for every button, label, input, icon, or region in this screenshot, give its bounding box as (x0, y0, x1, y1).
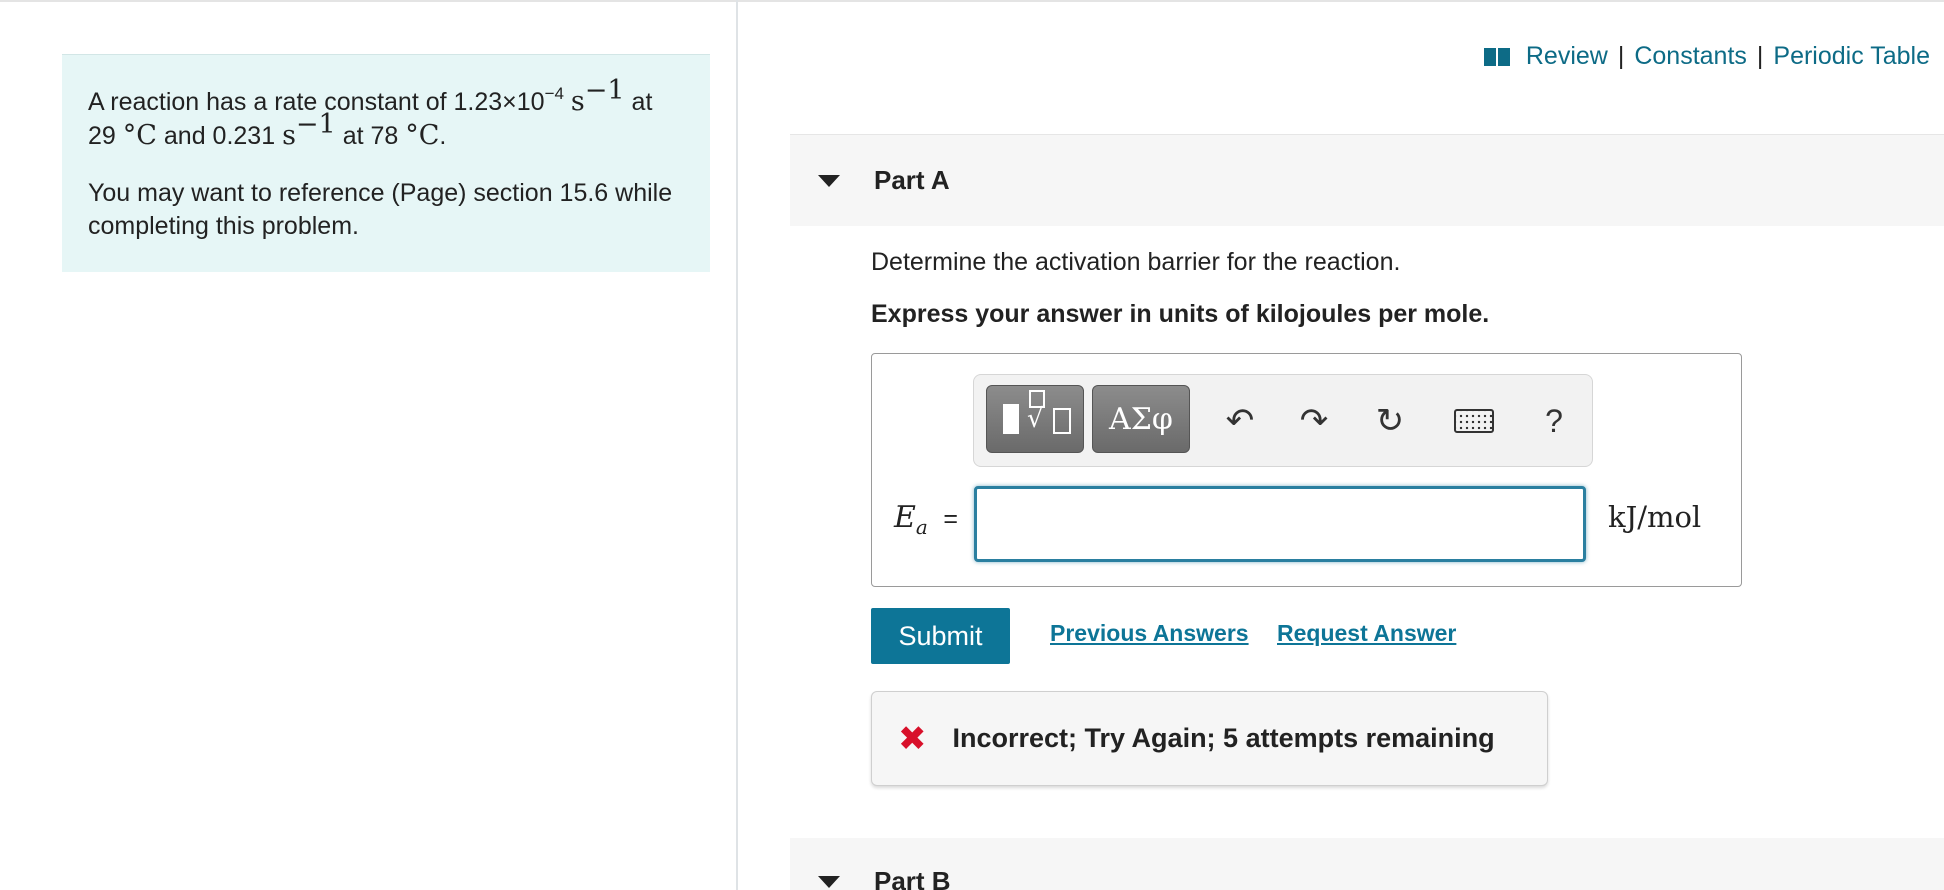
unit-exponent: −1 (584, 75, 625, 106)
constants-link[interactable]: Constants (1634, 42, 1747, 71)
collapse-triangle-icon[interactable] (818, 174, 840, 187)
reset-icon[interactable]: ↻ (1368, 399, 1412, 443)
part-a-header[interactable]: Part A (790, 134, 1944, 226)
undo-icon[interactable]: ↶ (1218, 399, 1262, 443)
help-button[interactable]: ? (1532, 399, 1576, 443)
link-separator: | (1756, 42, 1764, 70)
variable-subscript: a (915, 515, 928, 539)
submit-button[interactable]: Submit (871, 608, 1010, 664)
problem-statement: A reaction has a rate constant of 1.23×1… (62, 54, 710, 272)
equals-sign: = (943, 505, 958, 533)
review-link[interactable]: Review (1526, 42, 1608, 71)
templates-button[interactable]: √ (986, 385, 1084, 453)
symbols-button[interactable]: ΑΣφ (1092, 385, 1190, 453)
variable-e: E (894, 500, 916, 535)
degree-celsius: °C (122, 120, 157, 151)
radical-template-icon: √ (1027, 390, 1071, 438)
feedback-box: ✖ Incorrect; Try Again; 5 attempts remai… (871, 691, 1548, 786)
keyboard-icon (1454, 409, 1494, 433)
collapse-triangle-icon[interactable] (818, 876, 840, 888)
degree-celsius: °C (405, 120, 440, 151)
unit-s: s (282, 120, 296, 151)
answer-box: √ ΑΣφ ↶ ↷ ↻ ? Ea = kJ/mol (871, 353, 1742, 587)
resource-links: Review | Constants | Periodic Table (1483, 42, 1930, 71)
book-icon (1483, 47, 1510, 66)
question-text: Determine the activation barrier for the… (871, 248, 1401, 276)
temperature-2: at 78 (342, 122, 399, 150)
link-separator: | (1617, 42, 1625, 70)
periodic-table-link[interactable]: Periodic Table (1773, 42, 1930, 71)
feedback-text: Incorrect; Try Again; 5 attempts remaini… (952, 723, 1495, 753)
keyboard-button[interactable] (1444, 399, 1504, 443)
unit-exponent: −1 (295, 109, 336, 140)
instruction-text: Express your answer in units of kilojoul… (871, 300, 1490, 328)
temperature-1: 29 (88, 122, 116, 150)
variable-label: Ea = (894, 500, 958, 539)
rate-constant-2: and 0.231 (163, 122, 276, 150)
reference-text: You may want to reference (Page) section… (88, 179, 673, 240)
unit-label: kJ/mol (1608, 500, 1702, 534)
template-block-icon (1003, 404, 1019, 434)
part-a-title: Part A (874, 165, 950, 195)
incorrect-x-icon: ✖ (898, 718, 927, 759)
top-rule (0, 0, 1944, 2)
request-answer-link[interactable]: Request Answer (1277, 620, 1456, 647)
problem-text: A reaction has a rate constant of 1.23×1… (88, 77, 684, 153)
word-at: at (631, 88, 653, 116)
answer-input[interactable] (974, 486, 1586, 562)
unit-s: s (570, 86, 585, 117)
previous-answers-link[interactable]: Previous Answers (1050, 620, 1249, 647)
exponent: −4 (544, 84, 564, 103)
period: . (439, 122, 447, 150)
part-b-header[interactable]: Part B (790, 838, 1944, 890)
redo-icon[interactable]: ↷ (1292, 399, 1336, 443)
panel-divider (736, 0, 738, 890)
part-b-title: Part B (874, 866, 951, 890)
math-toolbar: √ ΑΣφ ↶ ↷ ↻ ? (973, 374, 1593, 467)
